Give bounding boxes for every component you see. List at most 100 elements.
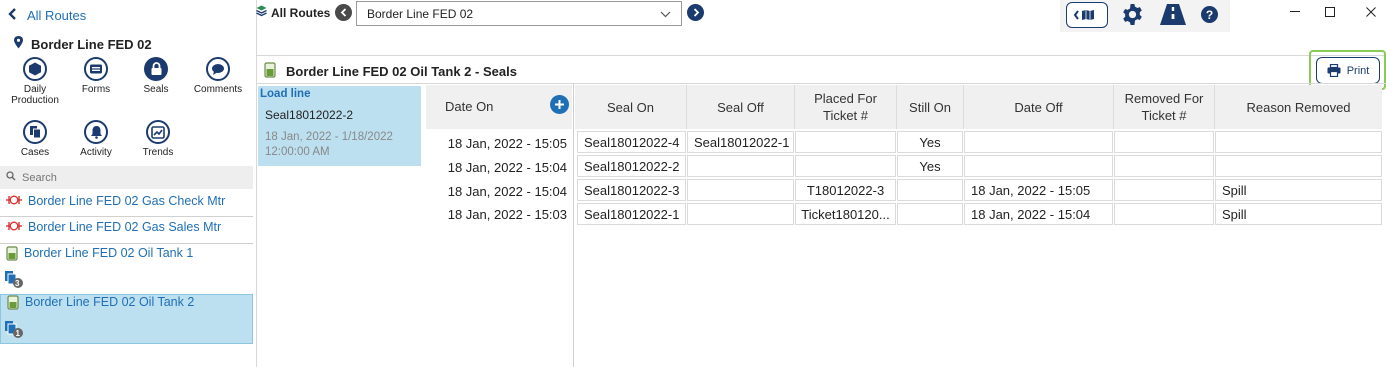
table-cell[interactable]: Seal18012022-3 — [577, 179, 686, 201]
tile-trends[interactable]: Trends — [128, 120, 188, 158]
table-cell[interactable] — [795, 155, 896, 177]
route-select[interactable]: Border Line FED 02 — [356, 1, 682, 26]
page-title-text: Border Line FED 02 Oil Tank 2 - Seals — [286, 64, 517, 79]
tile-activity[interactable]: Activity — [66, 120, 126, 158]
table-cell[interactable] — [1215, 131, 1382, 153]
next-button[interactable] — [687, 4, 704, 21]
asset-label: Border Line FED 02 Gas Sales Mtr — [28, 220, 222, 234]
tile-daily-production[interactable]: Daily Production — [5, 57, 65, 106]
table-row-date[interactable]: 18 Jan, 2022 - 15:04 — [426, 179, 567, 203]
table-cell[interactable]: Spill — [1215, 203, 1382, 225]
column-header[interactable]: Seal On — [575, 85, 687, 129]
table-row-date[interactable]: 18 Jan, 2022 - 15:03 — [426, 202, 567, 226]
table-cell[interactable]: Ticket180120... — [795, 203, 896, 225]
tile-cases[interactable]: Cases — [5, 120, 65, 158]
table-cell[interactable]: Spill — [1215, 179, 1382, 201]
table-cell[interactable] — [1215, 155, 1382, 177]
table-cell[interactable]: 18 Jan, 2022 - 15:05 — [964, 179, 1113, 201]
column-header[interactable]: Still On — [897, 85, 964, 129]
route-title: Border Line FED 02 — [14, 36, 152, 52]
print-button[interactable]: Print — [1316, 57, 1380, 84]
all-routes-label: All Routes — [271, 5, 331, 20]
maximize-button[interactable] — [1320, 4, 1340, 20]
tank-icon — [264, 62, 276, 81]
table-separator — [573, 84, 574, 367]
table-cell[interactable] — [897, 179, 963, 201]
search-box — [0, 166, 253, 189]
tile-label: Cases — [20, 147, 50, 158]
table-cell[interactable]: Seal18012022-2 — [577, 155, 686, 177]
location-pin-icon — [14, 36, 23, 52]
table-row-date[interactable]: 18 Jan, 2022 - 15:04 — [426, 155, 567, 179]
cases-count-badge: 3 — [15, 279, 20, 288]
list-item-asset[interactable]: Border Line FED 02 Oil Tank 1 — [0, 246, 253, 290]
search-icon — [6, 171, 16, 184]
map-toggle-button[interactable] — [1066, 2, 1108, 28]
tile-comments[interactable]: Comments — [188, 57, 248, 95]
tile-label: Daily Production — [11, 84, 59, 106]
cases-count-badge: 1 — [15, 329, 20, 338]
layers-icon — [256, 5, 267, 20]
printer-icon — [1327, 64, 1341, 77]
previous-button[interactable] — [335, 4, 352, 21]
column-header[interactable]: Seal Off — [687, 85, 795, 129]
table-cell[interactable] — [1114, 203, 1214, 225]
table-cell[interactable] — [687, 155, 794, 177]
asset-label: Border Line FED 02 Oil Tank 1 — [24, 246, 194, 260]
lock-icon — [144, 57, 168, 81]
back-link-label: All Routes — [27, 8, 87, 23]
minimize-button[interactable] — [1285, 4, 1305, 20]
table-cell[interactable]: Seal18012022-1 — [577, 203, 686, 225]
tile-label: Activity — [80, 147, 112, 158]
list-item-asset[interactable]: Border Line FED 02 Gas Sales Mtr — [0, 220, 253, 242]
page-title: Border Line FED 02 Oil Tank 2 - Seals — [264, 62, 517, 81]
table-cell[interactable] — [1114, 155, 1214, 177]
tile-seals[interactable]: Seals — [126, 57, 186, 95]
table-cell[interactable]: T18012022-3 — [795, 179, 896, 201]
route-title-text: Border Line FED 02 — [31, 36, 152, 52]
column-header[interactable]: Removed For Ticket # — [1114, 85, 1215, 129]
left-panel: All Routes Border Line FED 02 Daily Prod… — [0, 0, 257, 367]
table-cell[interactable] — [687, 179, 794, 201]
print-label: Print — [1346, 64, 1370, 77]
gear-icon[interactable] — [1121, 3, 1144, 29]
tile-label: Comments — [193, 84, 243, 95]
header-divider-top — [257, 55, 1386, 56]
help-icon[interactable]: ? — [1201, 6, 1218, 23]
table-cell[interactable]: Seal18012022-1 — [687, 131, 794, 153]
table-cell[interactable] — [687, 203, 794, 225]
list-item-asset[interactable]: Border Line FED 02 Gas Check Mtr — [0, 194, 253, 216]
column-header[interactable]: Placed For Ticket # — [795, 85, 897, 129]
comment-icon — [206, 57, 230, 81]
seal-table-header: Seal On Seal Off Placed For Ticket # Sti… — [575, 85, 1382, 129]
column-header[interactable]: Date Off — [964, 85, 1114, 129]
table-cell[interactable] — [1114, 131, 1214, 153]
back-to-all-routes-link[interactable]: All Routes — [8, 8, 86, 23]
search-input[interactable] — [20, 170, 240, 185]
cases-icon — [23, 120, 47, 144]
table-cell[interactable] — [964, 131, 1113, 153]
seal-table-body: Seal18012022-4 Seal18012022-1 Yes Seal18… — [577, 131, 1382, 227]
route-select-value: Border Line FED 02 — [367, 6, 474, 21]
table-cell[interactable]: Yes — [897, 131, 963, 153]
column-header[interactable]: Reason Removed — [1215, 85, 1382, 129]
table-cell[interactable]: 18 Jan, 2022 - 15:04 — [964, 203, 1113, 225]
table-cell[interactable] — [795, 131, 896, 153]
close-button[interactable] — [1361, 4, 1381, 20]
table-cell[interactable]: Seal18012022-4 — [577, 131, 686, 153]
table-cell[interactable]: Yes — [897, 155, 963, 177]
add-seal-button[interactable] — [550, 95, 569, 114]
tile-forms[interactable]: Forms — [66, 57, 126, 95]
road-icon[interactable] — [1158, 3, 1188, 29]
date-on-header: Date On — [426, 85, 572, 129]
trend-icon — [146, 120, 170, 144]
table-cell[interactable] — [897, 203, 963, 225]
table-cell[interactable] — [964, 155, 1113, 177]
table-row-date[interactable]: 18 Jan, 2022 - 15:05 — [426, 131, 567, 155]
table-cell[interactable] — [1114, 179, 1214, 201]
all-routes-breadcrumb[interactable]: All Routes — [256, 5, 330, 20]
load-line-panel[interactable]: Load line Seal18012022-2 18 Jan, 2022 - … — [258, 86, 421, 166]
meter-icon — [6, 194, 22, 209]
list-item-asset-selected[interactable]: Border Line FED 02 Oil Tank 2 — [0, 294, 253, 344]
bell-icon — [84, 120, 108, 144]
